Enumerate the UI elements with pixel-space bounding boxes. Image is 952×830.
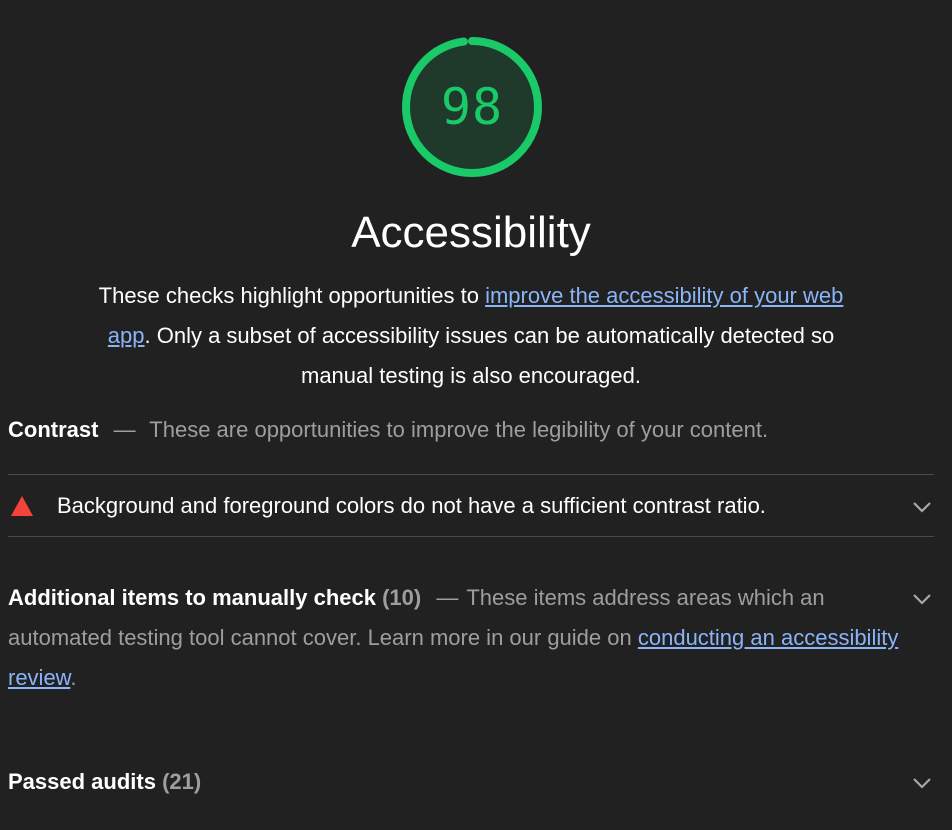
manual-group-title: Additional items to manually check — [8, 585, 376, 610]
contrast-group-header: Contrast — These are opportunities to im… — [8, 412, 938, 448]
passed-group-title: Passed audits — [8, 769, 156, 794]
contrast-group-title: Contrast — [8, 417, 99, 442]
passed-group-count: (21) — [162, 769, 202, 794]
chevron-down-icon[interactable] — [911, 592, 933, 606]
group-separator: — — [113, 417, 136, 442]
passed-audits-group[interactable]: Passed audits (21) — [8, 764, 201, 800]
divider — [8, 474, 934, 475]
category-title: Accessibility — [351, 208, 591, 257]
category-description: These checks highlight opportunities to … — [80, 276, 862, 396]
manual-group-count: (10) — [382, 585, 422, 610]
warning-triangle-icon — [11, 496, 33, 516]
description-text-cont: . Only a subset of accessibility issues … — [144, 323, 835, 388]
manual-group-description-end: . — [70, 665, 77, 690]
divider — [8, 536, 934, 537]
gauge-score: 98 — [440, 78, 504, 136]
group-separator: — — [436, 585, 459, 610]
chevron-down-icon[interactable] — [911, 500, 933, 514]
contrast-group-description: These are opportunities to improve the l… — [149, 417, 769, 442]
description-text: These checks highlight opportunities to — [98, 283, 486, 308]
chevron-down-icon[interactable] — [911, 776, 933, 790]
manual-checks-group[interactable]: Additional items to manually check (10) … — [8, 578, 913, 698]
score-gauge: 98 — [396, 31, 548, 183]
audit-title: Background and foreground colors do not … — [57, 493, 766, 518]
audit-color-contrast[interactable]: Background and foreground colors do not … — [8, 484, 934, 528]
